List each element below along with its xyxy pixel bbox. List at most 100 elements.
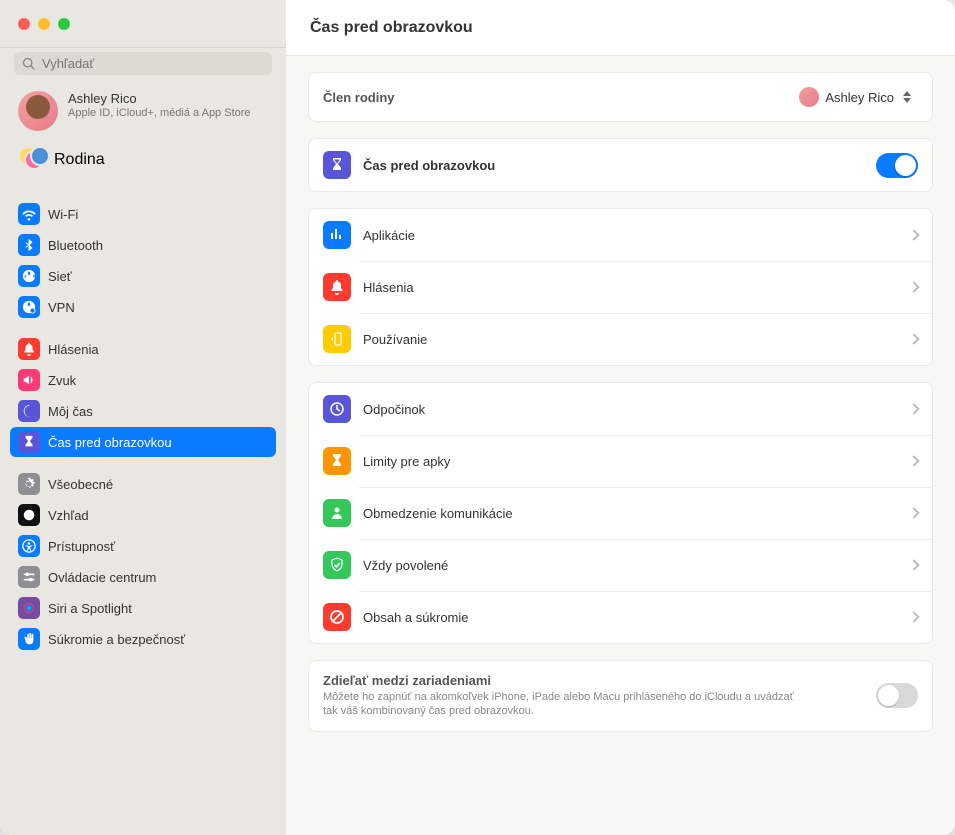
sidebar-item-label: Prístupnosť: [48, 539, 115, 554]
sidebar-item-všeobecné[interactable]: Všeobecné: [10, 469, 276, 499]
limits-row-obsah-a-súkromie[interactable]: Obsah a súkromie: [309, 591, 932, 643]
sidebar-item-prístupnosť[interactable]: Prístupnosť: [10, 531, 276, 561]
row-label: Hlásenia: [363, 280, 910, 295]
chevron-right-icon: [908, 559, 919, 570]
chevron-right-icon: [908, 333, 919, 344]
bell-icon: [18, 338, 40, 360]
chevron-right-icon: [908, 455, 919, 466]
screen-time-toggle-card: Čas pred obrazovkou: [308, 138, 933, 192]
row-label: Aplikácie: [363, 228, 910, 243]
limits-row-vždy-povolené[interactable]: Vždy povolené: [309, 539, 932, 591]
downtime-icon: [323, 395, 351, 423]
usage-row-hlásenia[interactable]: Hlásenia: [309, 261, 932, 313]
sidebar-item-bluetooth[interactable]: Bluetooth: [10, 230, 276, 260]
share-toggle[interactable]: [876, 683, 918, 708]
sidebar-item-label: Siri a Spotlight: [48, 601, 132, 616]
limits-row-limity-pre-apky[interactable]: Limity pre apky: [309, 435, 932, 487]
family-icon: [18, 146, 46, 174]
sidebar-item-label: Vzhľad: [48, 508, 89, 523]
sidebar-item-label: Sieť: [48, 269, 72, 284]
limits-row-odpočinok[interactable]: Odpočinok: [309, 383, 932, 435]
hourglass-icon: [323, 151, 351, 179]
nosign-icon: [323, 603, 351, 631]
sidebar-item-label: Bluetooth: [48, 238, 103, 253]
share-title: Zdieľať medzi zariadeniami: [323, 673, 876, 688]
sidebar-item-sieť[interactable]: Sieť: [10, 261, 276, 291]
share-subtitle: Môžete ho zapnúť na akomkoľvek iPhone, i…: [323, 690, 803, 719]
family-member-card: Člen rodiny Ashley Rico: [308, 72, 933, 122]
sidebar-family[interactable]: Rodina: [10, 140, 276, 180]
limits-card: Odpočinok Limity pre apky Obmedzenie kom…: [308, 382, 933, 644]
main-panel: Čas pred obrazovkou Člen rodiny Ashley R…: [286, 0, 955, 835]
hand-icon: [18, 628, 40, 650]
sidebar-item-siri-a-spotlight[interactable]: Siri a Spotlight: [10, 593, 276, 623]
pickups-icon: [323, 325, 351, 353]
sidebar-item-čas-pred-obrazovkou[interactable]: Čas pred obrazovkou: [10, 427, 276, 457]
sidebar-item-label: Zvuk: [48, 373, 76, 388]
sidebar-item-vzhľad[interactable]: Vzhľad: [10, 500, 276, 530]
sidebar-item-label: Súkromie a bezpečnosť: [48, 632, 185, 647]
search-field[interactable]: [14, 52, 272, 75]
sliders-icon: [18, 566, 40, 588]
fullscreen-button[interactable]: [58, 18, 70, 30]
close-button[interactable]: [18, 18, 30, 30]
sidebar-item-zvuk[interactable]: Zvuk: [10, 365, 276, 395]
titlebar: [0, 0, 286, 48]
usage-row-aplikácie[interactable]: Aplikácie: [309, 209, 932, 261]
member-avatar: [799, 87, 819, 107]
sidebar-item-môj-čas[interactable]: Môj čas: [10, 396, 276, 426]
usage-row-používanie[interactable]: Používanie: [309, 313, 932, 365]
speaker-icon: [18, 369, 40, 391]
share-across-devices-card: Zdieľať medzi zariadeniami Môžete ho zap…: [308, 660, 933, 732]
appearance-icon: [18, 504, 40, 526]
row-label: Vždy povolené: [363, 558, 910, 573]
settings-window: Ashley Rico Apple ID, iCloud+, médiá a A…: [0, 0, 955, 835]
sidebar-item-label: Hlásenia: [48, 342, 99, 357]
family-member-picker[interactable]: Ashley Rico: [797, 85, 918, 109]
hourglass-icon: [18, 431, 40, 453]
main-header: Čas pred obrazovkou: [286, 0, 955, 56]
sidebar-item-label: Čas pred obrazovkou: [48, 435, 172, 450]
sidebar-item-label: Môj čas: [48, 404, 93, 419]
chevron-right-icon: [908, 611, 919, 622]
sidebar-item-vpn[interactable]: VPN: [10, 292, 276, 322]
gear-icon: [18, 473, 40, 495]
member-name: Ashley Rico: [825, 90, 894, 105]
page-title: Čas pred obrazovkou: [310, 19, 473, 37]
person-icon: [323, 499, 351, 527]
family-label: Rodina: [54, 151, 105, 169]
chevron-right-icon: [908, 281, 919, 292]
sidebar-item-ovládacie-centrum[interactable]: Ovládacie centrum: [10, 562, 276, 592]
sidebar-item-súkromie-a-bezpečnosť[interactable]: Súkromie a bezpečnosť: [10, 624, 276, 654]
profile-sub: Apple ID, iCloud+, médiá a App Store: [68, 106, 251, 120]
row-label: Obsah a súkromie: [363, 610, 910, 625]
wifi-icon: [18, 203, 40, 225]
sidebar-item-label: Ovládacie centrum: [48, 570, 156, 585]
sidebar-item-label: VPN: [48, 300, 75, 315]
limits-row-obmedzenie-komunikácie[interactable]: Obmedzenie komunikácie: [309, 487, 932, 539]
row-label: Používanie: [363, 332, 910, 347]
screen-time-label: Čas pred obrazovkou: [363, 158, 876, 173]
family-member-row: Člen rodiny Ashley Rico: [309, 73, 932, 121]
check-shield-icon: [323, 551, 351, 579]
chevron-right-icon: [908, 403, 919, 414]
chevron-right-icon: [908, 507, 919, 518]
moon-icon: [18, 400, 40, 422]
screen-time-toggle[interactable]: [876, 153, 918, 178]
sidebar-item-hlásenia[interactable]: Hlásenia: [10, 334, 276, 364]
globe-icon: [18, 265, 40, 287]
sidebar-item-wi-fi[interactable]: Wi-Fi: [10, 199, 276, 229]
bell-icon: [323, 273, 351, 301]
globe-badge-icon: [18, 296, 40, 318]
minimize-button[interactable]: [38, 18, 50, 30]
sidebar-item-label: Všeobecné: [48, 477, 113, 492]
chart-icon: [323, 221, 351, 249]
window-controls: [18, 18, 70, 30]
sidebar-apple-id[interactable]: Ashley Rico Apple ID, iCloud+, médiá a A…: [10, 85, 276, 137]
search-icon: [22, 57, 36, 71]
row-label: Odpočinok: [363, 402, 910, 417]
search-input[interactable]: [42, 56, 264, 71]
sidebar-item-label: Wi-Fi: [48, 207, 78, 222]
hourglass-icon: [323, 447, 351, 475]
usage-card: Aplikácie Hlásenia Používanie: [308, 208, 933, 366]
